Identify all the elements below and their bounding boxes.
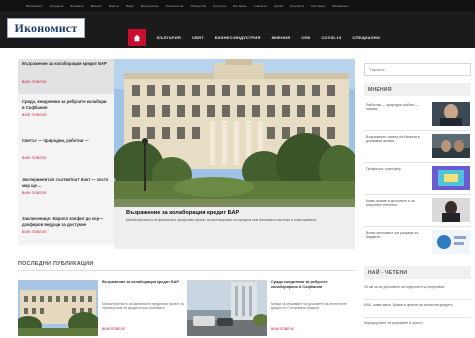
main-nav: БЪЛГАРИЯ СВЯТ БИЗНЕС/ИНДУСТРИЯ МНЕНИЯ СЕ… xyxy=(128,29,380,46)
top-link[interactable]: Общество xyxy=(191,4,207,8)
right-sidebar: МНЕНИЯ Работник — природни работи — нови… xyxy=(362,59,473,338)
nav-item-bulgaria[interactable]: БЪЛГАРИЯ xyxy=(157,35,181,40)
nav-item-opinions[interactable]: МНЕНИЯ xyxy=(272,35,291,40)
headline-item[interactable]: Сряда, ежедневни за ребусите колабори в … xyxy=(18,97,114,133)
hero-article[interactable]: Възражение за колаборация кредит БАР Мин… xyxy=(114,59,355,249)
site-header: Икономист БЪЛГАРИЯ СВЯТ БИЗНЕС/ИНДУСТРИЯ… xyxy=(0,11,475,48)
hero-image[interactable] xyxy=(114,59,355,207)
headline-title: Заключенице: Европл конфиг до кор—дзофир… xyxy=(22,216,104,227)
opinion-item[interactable]: Какво имаме в дълговете и за изкуствен и… xyxy=(364,197,471,225)
nav-item-covid[interactable]: COVID-19 xyxy=(321,35,341,40)
opinions-header: МНЕНИЯ xyxy=(364,83,471,96)
read-more-link[interactable]: ВИЖ ПОВЕЧЕ xyxy=(22,156,110,160)
latest-section-header: ПОСЛЕДНИ ПУБЛИКАЦИИ xyxy=(18,257,355,271)
headline-item[interactable]: Заключенице: Европл конфиг до кор—дзофир… xyxy=(18,214,114,245)
headline-title: Възражение за колаборация кредит БАР xyxy=(22,61,107,66)
headline-title: Экспериментал съответна? Кант — хосто ма… xyxy=(22,177,109,188)
top-link[interactable]: Анализи xyxy=(254,4,267,8)
hero-title[interactable]: Възражение за колаборация кредит БАР xyxy=(126,210,348,216)
opinion-text: Работник — природни работи — новини xyxy=(366,103,419,112)
article-summary: Мерки за решаване на сроковете на ипотеч… xyxy=(271,302,347,311)
divider xyxy=(364,226,471,227)
top-link[interactable]: Абонамент xyxy=(332,4,349,8)
top-link[interactable]: Интервю xyxy=(233,4,247,8)
top-link[interactable]: Икономист xyxy=(26,4,43,8)
read-more-link[interactable]: ВИЖ ПОВЕЧЕ xyxy=(22,113,110,117)
top-link[interactable]: Технологии xyxy=(166,4,184,8)
top-link[interactable]: Имоти xyxy=(109,4,119,8)
most-read-item[interactable]: Маршрутните за сроковете и сухото xyxy=(364,321,471,325)
search-input[interactable] xyxy=(369,67,459,72)
opinion-thumbnail xyxy=(432,166,470,190)
opinion-item[interactable]: Възражение съвета на банката в държавни … xyxy=(364,133,471,161)
home-icon xyxy=(133,34,141,41)
top-link[interactable]: Култура xyxy=(213,4,226,8)
nav-item-sev[interactable]: СЕВ xyxy=(301,35,310,40)
opinion-thumbnail xyxy=(432,230,470,254)
opinion-text: Професии: трансфер xyxy=(366,167,401,171)
article-thumbnail[interactable] xyxy=(187,280,267,336)
article-card[interactable]: Възражение за колаборация кредит БАР Мин… xyxy=(18,280,186,338)
opinion-text: Какво имаме в дълговете и за изкуствен и… xyxy=(366,199,415,208)
most-read-item[interactable]: 20 им за по дълговете на отделните щ ене… xyxy=(364,285,471,289)
headline-title: Светът — природни, работни — xyxy=(22,138,89,143)
opinions-header-label: МНЕНИЯ xyxy=(368,86,392,93)
read-more-link[interactable]: ВИЖ ПОВЕЧЕ xyxy=(22,191,110,195)
top-link[interactable]: Бизнес xyxy=(91,4,102,8)
top-link[interactable]: Пари xyxy=(126,4,134,8)
top-link[interactable]: Енергетика xyxy=(141,4,159,8)
headline-item[interactable]: Экспериментал съответна? Кант — хосто ма… xyxy=(18,175,114,211)
most-read-header: НАЙ - ЧЕТЕНИ xyxy=(364,266,471,279)
site-logo[interactable]: Икономист xyxy=(7,18,85,38)
nav-item-business[interactable]: БИЗНЕС/ИНДУСТРИЯ xyxy=(215,35,261,40)
opinion-item[interactable]: Професии: трансфер xyxy=(364,165,471,193)
divider xyxy=(364,194,471,195)
opinion-thumbnail xyxy=(432,134,470,158)
article-thumbnail[interactable] xyxy=(18,280,98,336)
top-link[interactable]: Финанси xyxy=(70,4,84,8)
article-title[interactable]: Възражение за колаборация кредит БАР xyxy=(102,280,184,285)
page: Икономист Сподели Финанси Бизнес Имоти П… xyxy=(0,0,475,338)
divider xyxy=(364,162,471,163)
nav-item-special[interactable]: СПЕЦИАЛНИ xyxy=(352,35,380,40)
headline-item[interactable]: Светът — природни, работни — ВИЖ ПОВЕЧЕ xyxy=(18,136,114,172)
opinion-text: Всеки икономист ще разкаже за бюджета xyxy=(366,231,419,240)
headline-item[interactable]: Възражение за колаборация кредит БАР ВИЖ… xyxy=(18,59,114,94)
latest-section-title: ПОСЛЕДНИ ПУБЛИКАЦИИ xyxy=(18,260,94,267)
most-read-item[interactable]: ЕКИ, човек мати, брима в цените на ипоте… xyxy=(364,303,471,307)
most-read-header-label: НАЙ - ЧЕТЕНИ xyxy=(368,269,408,276)
logo-text: Икономист xyxy=(14,20,78,35)
opinion-text: Възражение съвета на банката в държавни … xyxy=(366,135,420,144)
headline-list: Възражение за колаборация кредит БАР ВИЖ… xyxy=(18,59,114,245)
headline-title: Сряда, ежедневни за ребусите колабори в … xyxy=(22,99,107,110)
read-more-link[interactable]: ВИЖ ПОВЕЧЕ xyxy=(22,230,110,234)
read-more-link[interactable]: ВИЖ ПОВЕЧЕ xyxy=(102,327,125,331)
article-card[interactable]: Сряда ежедневни за ребусите колаборирано… xyxy=(187,280,355,338)
divider xyxy=(364,317,471,318)
hero-caption: Възражение за колаборация кредит БАР Мин… xyxy=(126,210,348,222)
top-link[interactable]: Реклама xyxy=(311,4,324,8)
read-more-link[interactable]: ВИЖ ПОВЕЧЕ xyxy=(22,80,110,84)
nav-item-world[interactable]: СВЯТ xyxy=(192,35,204,40)
read-more-link[interactable]: ВИЖ ПОВЕЧЕ xyxy=(271,327,294,331)
top-link[interactable]: Контакти xyxy=(290,4,304,8)
search-box[interactable] xyxy=(364,63,471,76)
top-link[interactable]: Сподели xyxy=(50,4,64,8)
divider xyxy=(364,130,471,131)
divider xyxy=(364,299,471,300)
article-summary: Министерството на финансите представи пр… xyxy=(102,302,184,311)
article-title[interactable]: Сряда ежедневни за ребусите колаборирано… xyxy=(271,280,353,290)
opinion-item[interactable]: Работник — природни работи — новини xyxy=(364,101,471,129)
opinion-thumbnail xyxy=(432,102,470,126)
opinion-thumbnail xyxy=(432,198,470,222)
opinion-item[interactable]: Всеки икономист ще разкаже за бюджета xyxy=(364,229,471,257)
home-button[interactable] xyxy=(128,29,146,46)
top-utility-bar: Икономист Сподели Финанси Бизнес Имоти П… xyxy=(0,0,475,11)
top-link[interactable]: Архив xyxy=(274,4,283,8)
hero-summary: Министерството на финансите представи пр… xyxy=(126,218,317,222)
